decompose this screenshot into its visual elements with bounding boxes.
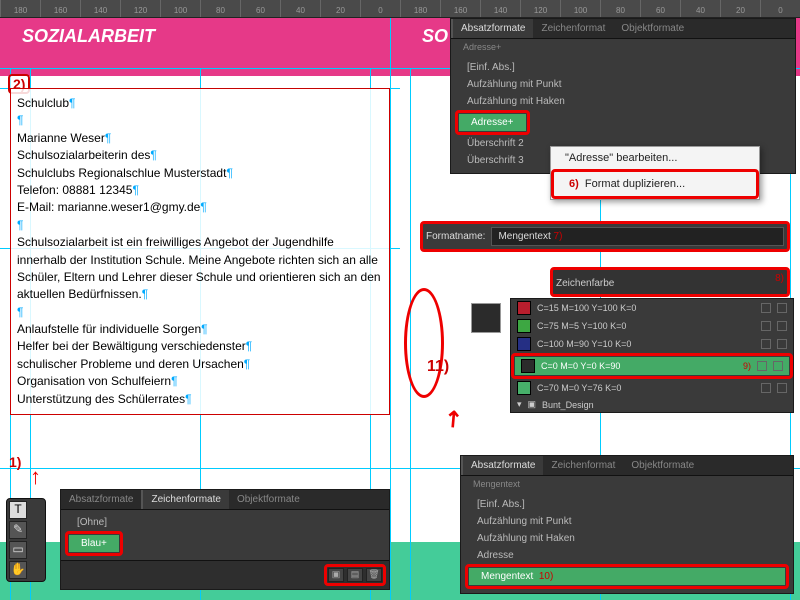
style-row[interactable]: Aufzählung mit Punkt <box>465 513 789 530</box>
address-line: Marianne Weser¶ <box>17 130 383 147</box>
formatname-input[interactable]: Mengentext 7) <box>491 227 784 246</box>
swatches-panel[interactable]: C=15 M=100 Y=100 K=0 C=75 M=5 Y=100 K=0 … <box>510 298 794 413</box>
breadcrumb: Adresse+ <box>451 39 795 55</box>
toolbar: T ✎ ▭ ✋ <box>6 498 46 582</box>
bullet-line: Helfer bei der Bewältigung verschiedenst… <box>17 338 383 355</box>
style-row[interactable]: Aufzählung mit Punkt <box>455 76 791 93</box>
breadcrumb: Mengentext <box>461 476 793 492</box>
swatch-row[interactable]: C=70 M=0 Y=76 K=0 <box>511 379 793 397</box>
bullet-line: Unterstützung des Schülerrates¶ <box>17 391 383 408</box>
page-title-band: SOZIALARBEIT <box>10 18 390 68</box>
character-styles-panel[interactable]: Absatzformate Zeichenformate Objektforma… <box>60 489 390 590</box>
chevron-down-icon: ▾ <box>517 399 522 410</box>
style-row[interactable]: Aufzählung mit Haken <box>455 93 791 110</box>
new-folder-button[interactable]: ▣ <box>328 568 344 582</box>
address-line: Schulsozialarbeiterin des¶ <box>17 147 383 164</box>
style-mengentext[interactable]: Mengentext 10) <box>469 568 785 585</box>
style-row[interactable]: [Einf. Abs.] <box>465 496 789 513</box>
tab-absatzformate[interactable]: Absatzformate <box>461 456 543 475</box>
bullet-line: schulischer Probleme und deren Ursachen¶ <box>17 356 383 373</box>
style-row[interactable]: Adresse <box>465 547 789 564</box>
bullet-line: Anlaufstelle für individuelle Sorgen¶ <box>17 321 383 338</box>
char-color-label[interactable]: Zeichenfarbe <box>556 278 614 289</box>
arrow-up-icon: ↑ <box>30 464 41 490</box>
tab-objektformate[interactable]: Objektformate <box>229 490 308 509</box>
fill-proxy-icon[interactable] <box>471 303 501 333</box>
marker-11: 11) <box>424 358 452 376</box>
address-line: Telefon: 08881 12345¶ <box>17 182 383 199</box>
swatch-row[interactable]: C=100 M=90 Y=10 K=0 <box>511 335 793 353</box>
hand-tool[interactable]: ✋ <box>9 561 27 579</box>
left-document-pane: SOZIALARBEIT 2) Schulclub¶ ¶ Marianne We… <box>0 18 400 600</box>
pen-tool[interactable]: ✎ <box>9 521 27 539</box>
context-menu[interactable]: "Adresse" bearbeiten... 6) Format dupliz… <box>550 146 760 200</box>
swatch-folder[interactable]: ▾▣Bunt_Design <box>511 397 793 412</box>
new-style-button[interactable]: ▤ <box>347 568 363 582</box>
tab-zeichenformat[interactable]: Zeichenformat <box>533 19 613 38</box>
style-blau[interactable]: Blau+ <box>69 535 119 552</box>
bullet-line: Organisation von Schulfeiern¶ <box>17 373 383 390</box>
body-paragraph: Schulsozialarbeit ist ein freiwilliges A… <box>17 234 383 304</box>
swatch-k90[interactable]: C=0 M=0 Y=0 K=909) <box>515 357 789 375</box>
swatch-row[interactable]: C=75 M=5 Y=100 K=0 <box>511 317 793 335</box>
address-line: Schulclubs Regionalschlue Musterstadt¶ <box>17 165 383 182</box>
tab-zeichenformat[interactable]: Zeichenformat <box>543 456 623 475</box>
folder-icon: ▣ <box>528 399 537 410</box>
text-frame[interactable]: Schulclub¶ ¶ Marianne Weser¶ Schulsozial… <box>10 88 390 415</box>
rect-tool[interactable]: ▭ <box>9 541 27 559</box>
ruler-horizontal: 1801601401201008060402001801601401201008… <box>0 0 800 18</box>
style-row[interactable]: [Einf. Abs.] <box>455 59 791 76</box>
type-tool[interactable]: T <box>9 501 27 519</box>
style-row[interactable]: Aufzählung mit Haken <box>465 530 789 547</box>
style-adresse[interactable]: Adresse+ <box>459 114 526 131</box>
swatch-row[interactable]: C=15 M=100 Y=100 K=0 <box>511 299 793 317</box>
tab-zeichenformate[interactable]: Zeichenformate <box>141 490 228 509</box>
style-none[interactable]: [Ohne] <box>65 514 385 531</box>
paragraph-styles-panel-bottom[interactable]: Absatzformate Zeichenformat Objektformat… <box>460 455 794 594</box>
address-line: E-Mail: marianne.weser1@gmy.de¶ <box>17 199 383 216</box>
marker-1: 1) <box>6 454 24 470</box>
address-line: Schulclub¶ <box>17 95 383 112</box>
tab-absatzformate[interactable]: Absatzformate <box>451 19 533 38</box>
menu-edit-style[interactable]: "Adresse" bearbeiten... <box>551 147 759 169</box>
formatname-label: Formatname: <box>426 231 485 242</box>
tab-objektformate[interactable]: Objektformate <box>613 19 692 38</box>
tab-objektformate[interactable]: Objektformate <box>623 456 702 475</box>
right-document-pane: SO Absatzformate Zeichenformat Objektfor… <box>400 18 800 600</box>
menu-duplicate-style[interactable]: 6) Format duplizieren... <box>555 173 755 195</box>
tab-absatzformate[interactable]: Absatzformate <box>61 490 141 509</box>
trash-button[interactable]: 🗑 <box>366 568 382 582</box>
